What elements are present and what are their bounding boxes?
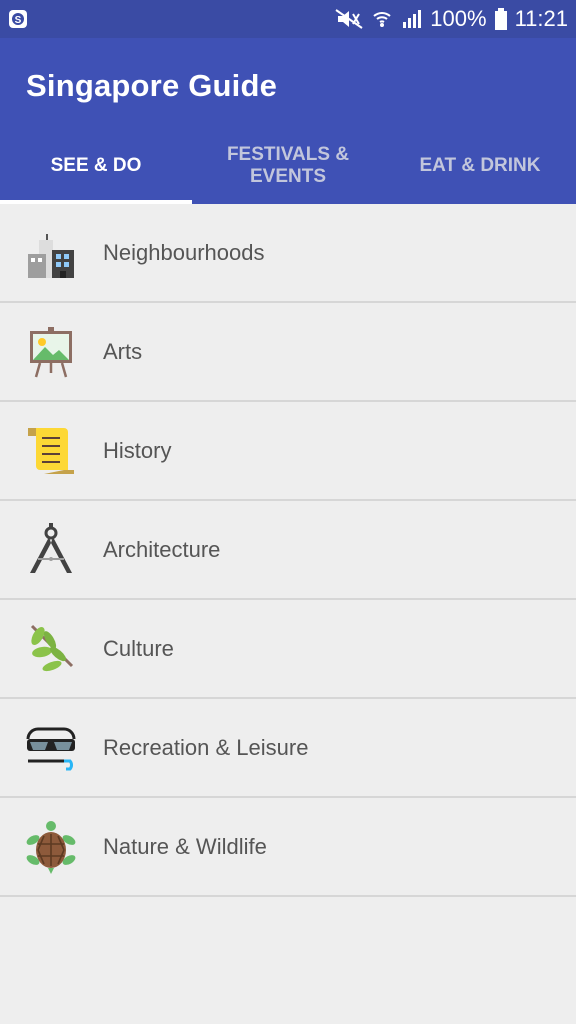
clock: 11:21 <box>514 6 568 31</box>
app-notification-icon: S <box>8 9 28 29</box>
buildings-icon <box>24 226 78 280</box>
app-title: Singapore Guide <box>26 68 278 103</box>
tab-eat-and-drink[interactable]: EAT & DRINK <box>384 128 576 204</box>
battery-icon <box>494 8 507 30</box>
leaf-branch-icon <box>24 622 78 676</box>
scroll-icon <box>24 424 78 478</box>
diving-mask-icon <box>24 721 78 775</box>
category-list: Neighbourhoods Arts History Architecture… <box>0 204 576 897</box>
list-item-label: Nature & Wildlife <box>103 833 267 859</box>
tab-festivals-and-events[interactable]: FESTIVALS & EVENTS <box>192 128 384 204</box>
list-item-arts[interactable]: Arts <box>0 303 576 402</box>
svg-text:S: S <box>15 15 22 26</box>
list-item-label: Arts <box>103 338 143 364</box>
list-item-culture[interactable]: Culture <box>0 600 576 699</box>
wifi-icon <box>372 9 392 29</box>
list-item-architecture[interactable]: Architecture <box>0 501 576 600</box>
list-item-label: Culture <box>103 635 174 661</box>
battery-percent: 100% <box>430 6 487 31</box>
app-bar: Singapore Guide SEE & DO FESTIVALS & EVE… <box>0 38 576 204</box>
list-item-label: Architecture <box>103 536 221 562</box>
tab-bar: SEE & DO FESTIVALS & EVENTS EAT & DRINK <box>0 128 576 204</box>
list-item-label: Neighbourhoods <box>103 239 265 265</box>
easel-icon <box>24 325 78 379</box>
list-item-history[interactable]: History <box>0 402 576 501</box>
cell-signal-icon <box>400 8 422 30</box>
list-item-recreation-and-leisure[interactable]: Recreation & Leisure <box>0 699 576 798</box>
list-item-label: History <box>103 437 172 463</box>
list-item-neighbourhoods[interactable]: Neighbourhoods <box>0 204 576 303</box>
list-item-label: Recreation & Leisure <box>103 734 309 760</box>
tab-see-and-do[interactable]: SEE & DO <box>0 128 192 204</box>
list-item-nature-and-wildlife[interactable]: Nature & Wildlife <box>0 798 576 897</box>
turtle-icon <box>24 820 78 874</box>
status-bar: S 100% 11:21 <box>0 0 576 38</box>
compass-icon <box>24 523 78 577</box>
mute-icon <box>334 8 364 30</box>
